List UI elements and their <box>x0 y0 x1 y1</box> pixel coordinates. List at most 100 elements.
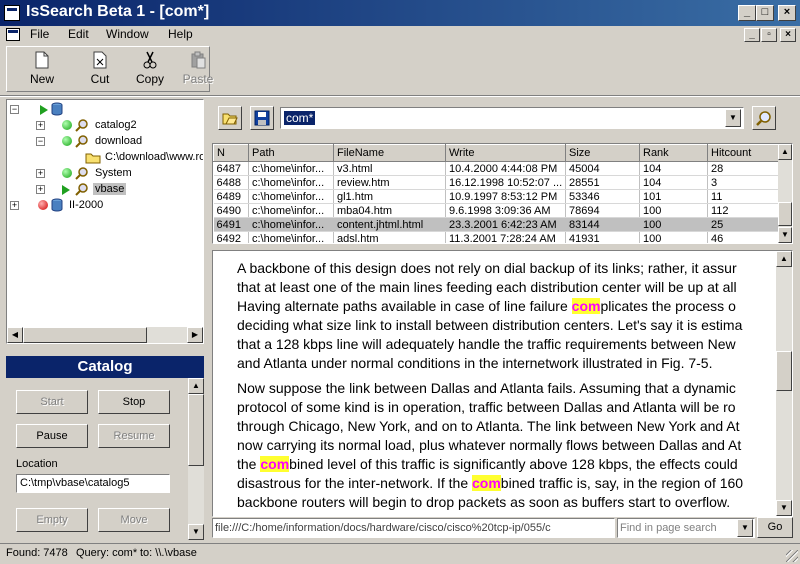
find-dropdown-button[interactable]: ▼ <box>737 519 753 537</box>
scroll-up-button[interactable]: ▲ <box>778 144 792 160</box>
scroll-down-button[interactable]: ▼ <box>776 500 792 516</box>
app-icon[interactable] <box>4 5 20 21</box>
table-row[interactable]: 6487 c:\home\infor... v3.html 10.4.2000 4:4… <box>213 161 779 176</box>
scroll-left-button[interactable]: ◀ <box>7 327 23 343</box>
table-row-selected[interactable]: 6491 c:\home\infor... content.jhtml.html 23… <box>213 217 779 232</box>
catalog-vertical-scrollbar[interactable]: ▲ ▼ <box>188 378 204 540</box>
menu-file[interactable]: File <box>30 27 49 41</box>
start-button[interactable]: Start <box>16 390 88 414</box>
expand-toggle[interactable]: + <box>36 185 45 194</box>
mdi-minimize-button[interactable]: _ <box>744 28 760 42</box>
menu-edit[interactable]: Edit <box>68 27 89 41</box>
find-in-page-input[interactable]: Find in page search <box>617 518 755 538</box>
cell-path: c:\home\infor... <box>248 203 334 218</box>
copy-button[interactable]: Copy <box>127 49 173 89</box>
tree-node-label: vbase <box>93 183 127 195</box>
maximize-button[interactable]: □ <box>756 5 774 21</box>
table-row[interactable]: 6489 c:\home\infor... gl1.htm 10.9.1997 8:5… <box>213 189 779 204</box>
results-table[interactable]: N Path FileName Write Size Rank Hitcount… <box>212 143 793 244</box>
open-search-button[interactable] <box>218 106 242 130</box>
location-input[interactable]: C:\tmp\vbase\catalog5 <box>16 474 170 493</box>
catalog-tree[interactable]: − + catalog2 − download C:\download\www.… <box>6 99 204 344</box>
document-icon[interactable] <box>6 28 20 41</box>
tree-node-vbase[interactable]: + vbase <box>7 182 197 198</box>
search-button[interactable] <box>752 106 776 130</box>
toolbar: New Cut Copy Paste <box>6 46 213 92</box>
collapse-toggle[interactable]: − <box>10 105 19 114</box>
collapse-toggle[interactable]: − <box>36 137 45 146</box>
search-input[interactable]: com* ▼ <box>280 107 744 129</box>
expand-toggle[interactable]: + <box>36 169 45 178</box>
catalog-panel: Catalog Start Stop Pause Resume Location… <box>6 356 204 540</box>
text-line: and Atlanta under normal conditions in t… <box>237 355 713 371</box>
text-line: the <box>237 456 261 472</box>
mdi-restore-button[interactable]: ▫ <box>761 28 777 42</box>
tree-node-catalog2[interactable]: + catalog2 <box>7 118 197 134</box>
empty-button[interactable]: Empty <box>16 508 88 532</box>
menu-window[interactable]: Window <box>106 27 149 41</box>
results-vertical-scrollbar[interactable]: ▲ ▼ <box>778 144 792 243</box>
resume-button[interactable]: Resume <box>98 424 170 448</box>
pause-button[interactable]: Pause <box>16 424 88 448</box>
url-field[interactable]: file:///C:/home/information/docs/hardwar… <box>212 518 615 538</box>
scroll-thumb[interactable] <box>188 394 204 466</box>
text-line: A backbone of this design does not rely … <box>237 260 737 276</box>
expand-toggle[interactable]: + <box>10 201 19 210</box>
save-disk-icon <box>254 110 270 126</box>
tree-node-system[interactable]: + System <box>7 166 197 182</box>
results-header-row: N Path FileName Write Size Rank Hitcount <box>213 144 779 162</box>
resize-grip[interactable] <box>786 550 798 562</box>
column-header-path[interactable]: Path <box>248 144 334 162</box>
new-button[interactable]: New <box>19 49 65 89</box>
go-button[interactable]: Go <box>757 517 793 538</box>
scroll-up-button[interactable]: ▲ <box>776 251 792 267</box>
cell-rank: 100 <box>639 217 708 232</box>
column-header-filename[interactable]: FileName <box>333 144 446 162</box>
search-hit-highlight: com <box>260 456 290 472</box>
column-header-rank[interactable]: Rank <box>639 144 708 162</box>
column-header-size[interactable]: Size <box>565 144 640 162</box>
scroll-up-button[interactable]: ▲ <box>188 378 204 394</box>
save-search-button[interactable] <box>250 106 274 130</box>
expand-toggle[interactable]: + <box>36 121 45 130</box>
cell-size: 45004 <box>565 161 640 176</box>
cell-write: 16.12.1998 10:52:07 ... <box>445 175 566 190</box>
text-line: Having alternate paths available in case… <box>237 298 572 314</box>
tree-node-download[interactable]: − download <box>7 134 197 150</box>
column-header-write[interactable]: Write <box>445 144 566 162</box>
cut-button[interactable]: Cut <box>77 49 123 89</box>
scroll-right-button[interactable]: ▶ <box>187 327 203 343</box>
title-bar[interactable]: IsSearch Beta 1 - [com*] _ □ × <box>0 0 800 26</box>
close-button[interactable]: × <box>778 5 796 21</box>
scroll-thumb[interactable] <box>776 351 792 391</box>
paste-button-label: Paste <box>182 72 214 86</box>
tree-horizontal-scrollbar[interactable]: ◀ ▶ <box>7 327 203 343</box>
search-dropdown-button[interactable]: ▼ <box>725 109 741 127</box>
text-line: bined level of this traffic is significa… <box>289 456 738 472</box>
table-row[interactable]: 6492 c:\home\infor... adsl.htm 11.3.2001 7:… <box>213 231 779 243</box>
scroll-down-button[interactable]: ▼ <box>778 227 792 243</box>
column-header-hitcount[interactable]: Hitcount <box>707 144 779 162</box>
tree-root[interactable]: − <box>7 102 197 118</box>
scroll-thumb[interactable] <box>23 327 147 343</box>
cell-hitcount: 3 <box>707 175 779 190</box>
menu-help[interactable]: Help <box>168 27 193 41</box>
table-row[interactable]: 6488 c:\home\infor... review.htm 16.12.1998… <box>213 175 779 190</box>
status-found: Found: 7478 <box>6 547 68 559</box>
table-row[interactable]: 6490 c:\home\infor... mba04.htm 9.6.1998 3:… <box>213 203 779 218</box>
scroll-down-button[interactable]: ▼ <box>188 524 204 540</box>
stop-button[interactable]: Stop <box>98 390 170 414</box>
viewer-vertical-scrollbar[interactable]: ▲ ▼ <box>776 251 792 516</box>
magnifier-icon <box>75 135 88 148</box>
scroll-thumb[interactable] <box>778 202 792 226</box>
move-button[interactable]: Move <box>98 508 170 532</box>
tree-node-ii-2000[interactable]: + II-2000 <box>7 198 197 214</box>
mdi-close-button[interactable]: × <box>780 28 796 42</box>
column-header-n[interactable]: N <box>213 144 249 162</box>
tree-node-download-path[interactable]: C:\download\www.ro <box>7 150 203 166</box>
paste-button[interactable]: Paste <box>175 49 221 89</box>
cell-write: 10.9.1997 8:53:12 PM <box>445 189 566 204</box>
minimize-button[interactable]: _ <box>738 5 756 21</box>
document-viewer[interactable]: A backbone of this design does not rely … <box>212 250 793 517</box>
database-icon <box>51 102 63 116</box>
